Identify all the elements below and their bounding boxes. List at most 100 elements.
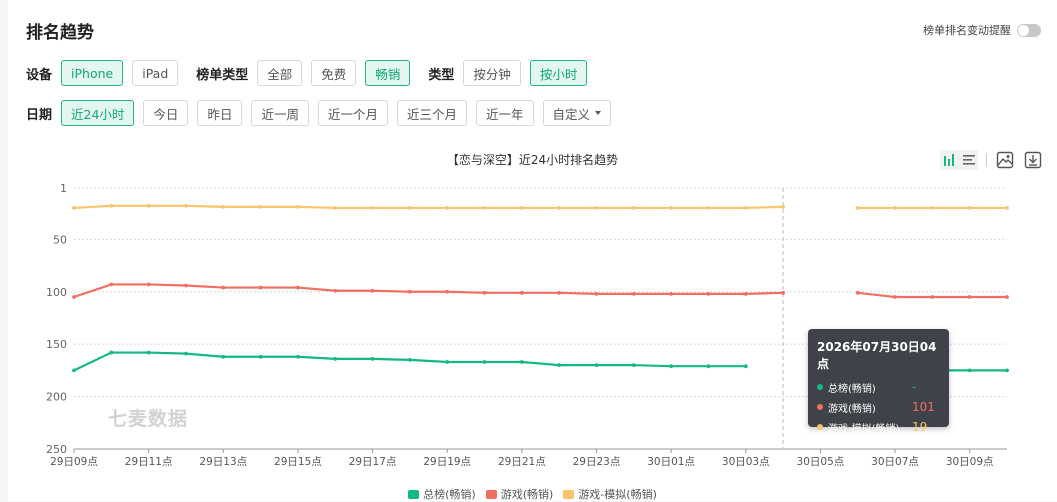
watermark-text: 七麦数据 <box>108 408 189 430</box>
data-point <box>184 283 188 288</box>
data-point <box>855 206 860 210</box>
data-point <box>557 363 562 368</box>
data-point <box>333 356 338 361</box>
data-point <box>631 206 636 210</box>
data-point <box>743 291 748 296</box>
legend-label: 总榜(畅销) <box>423 488 476 501</box>
data-point <box>221 204 226 209</box>
data-point <box>669 291 674 296</box>
data-point <box>669 206 674 210</box>
series-dot-icon <box>817 384 823 390</box>
x-tick-label: 30日05点 <box>797 456 845 468</box>
data-point <box>146 282 151 287</box>
y-tick-label: 50 <box>53 233 67 246</box>
data-point <box>855 290 860 295</box>
data-point <box>482 206 487 210</box>
data-point <box>967 295 972 299</box>
data-point <box>407 289 412 294</box>
legend-item[interactable]: 游戏-模拟(畅销) <box>563 486 657 502</box>
tooltip-series-value: 19 <box>912 420 928 434</box>
series-dot-icon <box>817 424 823 430</box>
x-tick-label: 30日03点 <box>722 456 770 468</box>
data-point <box>72 368 76 373</box>
x-tick-label: 29日23点 <box>573 456 621 468</box>
data-point <box>967 368 972 373</box>
y-tick-label: 150 <box>46 338 67 351</box>
data-point <box>669 364 674 369</box>
data-point <box>519 360 524 364</box>
data-point <box>594 206 599 210</box>
data-point <box>594 363 599 368</box>
data-point <box>557 206 562 210</box>
x-tick-label: 30日01点 <box>647 456 695 468</box>
data-point <box>1005 206 1009 210</box>
tooltip-series-name: 游戏(畅销) <box>828 403 876 415</box>
x-tick-label: 29日21点 <box>498 456 546 468</box>
data-point <box>184 351 188 356</box>
legend-swatch <box>485 489 497 499</box>
data-point <box>109 203 114 208</box>
x-tick-label: 30日09点 <box>946 456 994 468</box>
data-point <box>482 360 487 364</box>
tooltip-rows: 总榜(畅销) - 游戏(畅销) 101 游戏-模拟(畅销) 19 <box>817 377 940 437</box>
data-point <box>445 206 450 210</box>
data-point <box>221 354 226 359</box>
y-tick-label: 250 <box>46 443 67 456</box>
data-point <box>930 295 935 299</box>
data-point <box>296 285 300 290</box>
legend-item[interactable]: 总榜(畅销) <box>408 486 476 502</box>
y-tick-label: 200 <box>46 391 67 404</box>
data-point <box>296 354 300 359</box>
data-point <box>967 206 972 210</box>
data-point <box>519 290 524 295</box>
x-tick-label: 29日15点 <box>274 456 322 468</box>
data-point <box>333 288 338 293</box>
tooltip-series-value: - <box>912 380 917 394</box>
data-point <box>893 295 897 299</box>
chart-legend: 总榜(畅销) 游戏(畅销) 游戏-模拟(畅销) <box>8 486 1057 502</box>
data-point <box>519 206 524 210</box>
data-point <box>631 363 636 368</box>
data-point <box>631 291 636 296</box>
data-point <box>706 206 711 210</box>
data-point <box>370 356 375 361</box>
data-point <box>109 350 114 355</box>
data-point <box>557 290 562 295</box>
data-point <box>370 288 375 293</box>
tooltip-title: 2026年07月30日04点 <box>817 340 937 371</box>
data-point <box>1005 368 1009 373</box>
legend-swatch <box>563 489 575 499</box>
tooltip-series-name: 游戏-模拟(畅销) <box>828 423 900 435</box>
series-line <box>73 283 784 299</box>
ranking-trend-card: 排名趋势 榜单排名变动提醒 设备 iPhone iPad 榜单类型 全部 免费 畅销 … <box>8 0 1057 501</box>
y-tick-label: 1 <box>60 182 67 195</box>
data-point <box>407 206 412 210</box>
data-point <box>296 204 300 209</box>
data-point <box>893 206 897 210</box>
series-dot-icon <box>817 404 823 410</box>
tooltip-row: 游戏(畅销) 101 <box>817 397 940 417</box>
x-tick-label: 29日13点 <box>199 456 247 468</box>
data-point <box>781 290 785 295</box>
data-point <box>72 295 76 299</box>
data-point <box>743 364 748 369</box>
data-point <box>258 354 263 359</box>
legend-item[interactable]: 游戏(畅销) <box>485 486 554 502</box>
chart-tooltip: 2026年07月30日04点 总榜(畅销) - 游戏(畅销) 101 游戏-模拟(畅销)… <box>808 329 949 435</box>
data-point <box>370 206 375 210</box>
data-point <box>221 285 226 290</box>
data-point <box>706 364 711 369</box>
legend-label: 游戏(畅销) <box>500 488 554 501</box>
data-point <box>72 206 76 210</box>
y-tick-label: 100 <box>46 286 67 299</box>
data-point <box>258 204 263 209</box>
tooltip-series-value: 101 <box>912 400 935 414</box>
data-point <box>743 206 748 210</box>
data-point <box>146 350 151 355</box>
data-point <box>706 291 711 296</box>
x-tick-label: 29日09点 <box>50 456 98 468</box>
tooltip-row: 游戏-模拟(畅销) 19 <box>817 417 940 437</box>
legend-label: 游戏-模拟(畅销) <box>578 488 657 501</box>
data-point <box>445 289 450 294</box>
x-tick-label: 29日11点 <box>125 456 173 468</box>
